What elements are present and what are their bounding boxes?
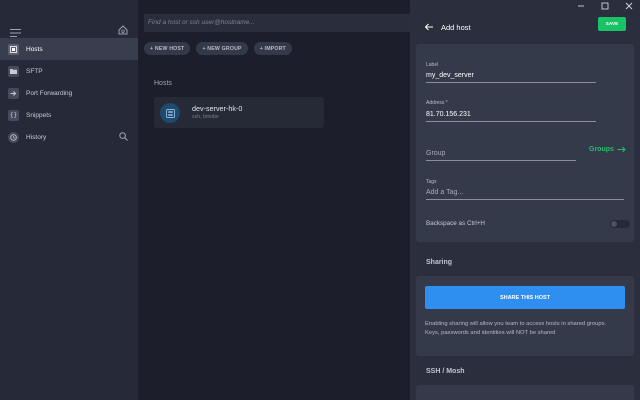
ssh-mosh-card: [416, 385, 634, 400]
sidebar-item-label: Hosts: [26, 45, 43, 53]
sidebar-item-label: Port Forwarding: [26, 89, 73, 97]
sidebar-item-snippets[interactable]: {} Snippets: [0, 104, 138, 126]
groups-link-label: Groups: [589, 146, 614, 153]
backspace-toggle[interactable]: [610, 220, 630, 228]
port-forwarding-icon: [8, 87, 19, 99]
server-icon: [160, 103, 180, 123]
maximize-icon[interactable]: [600, 1, 610, 11]
address-field-caption: Address *: [426, 100, 448, 106]
host-name: dev-server-hk-0: [192, 104, 243, 113]
new-host-button[interactable]: + NEW HOST: [144, 42, 191, 55]
history-icon: [8, 131, 19, 143]
sidebar-item-hosts[interactable]: Hosts: [0, 38, 138, 60]
sidebar-item-sftp[interactable]: SFTP: [0, 60, 138, 82]
host-subtitle: ssh, bmobe: [192, 114, 219, 120]
tags-field-caption: Tags: [426, 179, 437, 185]
panel-header: Add host: [424, 18, 471, 36]
sharing-desc-line-1: Enabling sharing will allow you team to …: [425, 321, 607, 327]
sidebar-item-port-forwarding[interactable]: Port Forwarding: [0, 82, 138, 104]
label-field-caption: Label: [426, 62, 439, 68]
new-group-button[interactable]: + NEW GROUP: [196, 42, 248, 55]
ssh-mosh-section-title: SSH / Mosh: [426, 368, 465, 375]
backspace-label: Backspace as Ctrl+H: [426, 220, 485, 227]
add-host-panel: Add host SAVE Label my_dev_server Addres…: [410, 0, 640, 400]
sharing-desc-line-2: Keys, passwords and identities will NOT …: [425, 329, 556, 336]
hosts-icon: [8, 43, 19, 55]
app-window: Hosts SFTP Port Forwarding {} Snippets H…: [0, 0, 640, 400]
sidebar: Hosts SFTP Port Forwarding {} Snippets H…: [0, 0, 138, 400]
host-details-card: Label my_dev_server Address * 81.70.156.…: [416, 44, 634, 242]
search-icon[interactable]: [119, 132, 128, 143]
main-content: Find a host or ssh user@hostname... + NE…: [138, 0, 414, 400]
hosts-section-title: Hosts: [154, 80, 172, 87]
import-button[interactable]: + IMPORT: [253, 42, 292, 55]
share-host-button[interactable]: SHARE THIS HOST: [425, 286, 625, 309]
snippets-icon: {}: [8, 109, 19, 121]
sharing-card: SHARE THIS HOST Enabling sharing will al…: [416, 276, 634, 356]
save-button[interactable]: SAVE: [598, 17, 626, 31]
sidebar-item-history[interactable]: History: [0, 126, 138, 148]
sidebar-item-label: SFTP: [26, 67, 43, 75]
search-input[interactable]: Find a host or ssh user@hostname...: [144, 14, 414, 32]
address-field[interactable]: 81.70.156.231: [426, 111, 596, 122]
panel-title: Add host: [441, 22, 471, 32]
arrow-right-icon: [617, 146, 626, 153]
sidebar-item-label: Snippets: [26, 111, 52, 119]
back-arrow-icon[interactable]: [424, 18, 434, 36]
sharing-description: Enabling sharing will allow you team to …: [425, 320, 630, 337]
sidebar-top: [0, 0, 138, 38]
sharing-section-title: Sharing: [426, 259, 453, 266]
host-card[interactable]: dev-server-hk-0 ssh, bmobe: [154, 97, 324, 128]
window-controls: [576, 1, 634, 11]
toggle-knob: [611, 221, 617, 227]
label-field[interactable]: my_dev_server: [426, 72, 596, 83]
group-field[interactable]: Group: [426, 150, 576, 161]
close-icon[interactable]: [624, 1, 634, 11]
minimize-icon[interactable]: [576, 1, 586, 11]
groups-link[interactable]: Groups: [589, 146, 626, 153]
sidebar-item-label: History: [26, 133, 47, 141]
toolbar: + NEW HOST + NEW GROUP + IMPORT: [144, 42, 292, 55]
folder-icon: [8, 65, 19, 77]
tags-field[interactable]: Add a Tag...: [426, 189, 624, 200]
